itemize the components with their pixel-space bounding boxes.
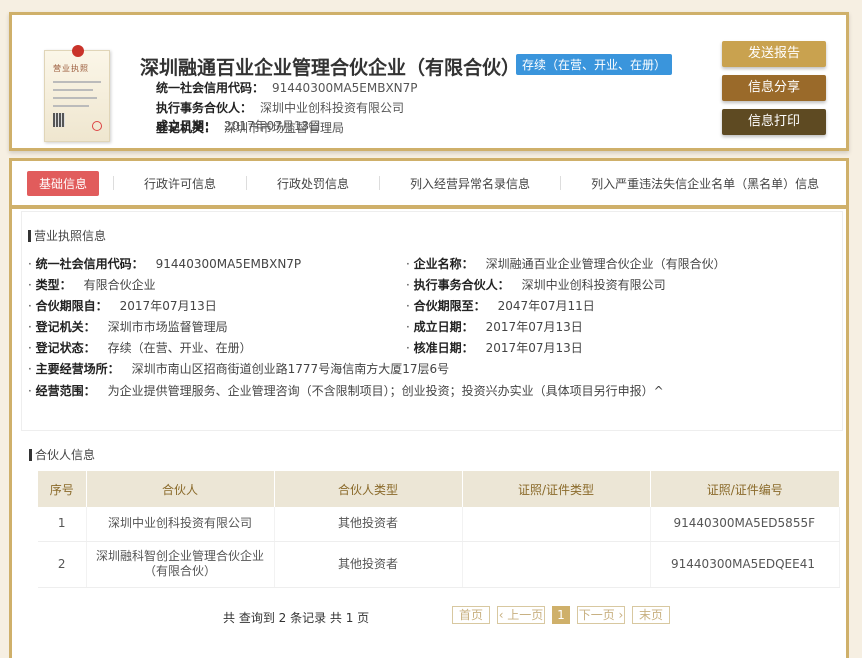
info-row: · 登记机关： 深圳市市场监督管理局	[28, 320, 228, 334]
partner-info-section: 合伙人信息 序号 合伙人 合伙人类型 证照/证件类型 证照/证件编号 1 深圳中…	[21, 437, 843, 657]
info-row: · 执行事务合伙人： 深圳中业创科投资有限公司	[406, 278, 666, 292]
field-label: 执行事务合伙人：	[413, 278, 510, 292]
first-page-button[interactable]: 首页	[452, 606, 490, 624]
column-header: 序号	[38, 471, 87, 507]
info-row: · 核准日期： 2017年07月13日	[406, 341, 583, 355]
cell-cert-number: 91440300MA5ED5855F	[650, 507, 840, 542]
field-value: 2017年07月13日	[485, 320, 583, 334]
table-header-row: 序号 合伙人 合伙人类型 证照/证件类型 证照/证件编号	[38, 471, 840, 507]
header-credit-code: 统一社会信用代码： 91440300MA5EMBXN7P	[156, 79, 418, 96]
header-executive-partner: 执行事务合伙人： 深圳中业创科投资有限公司	[156, 99, 404, 116]
cell-partner: 深圳中业创科投资有限公司	[86, 507, 275, 542]
info-row-address: · 主要经营场所： 深圳市南山区招商街道创业路1777号海信南方大厦17层6号	[28, 362, 450, 376]
tab-admin-license[interactable]: 行政许可信息	[114, 175, 246, 192]
license-line	[53, 105, 89, 107]
cell-index: 1	[38, 507, 87, 542]
field-label: 统一社会信用代码：	[35, 257, 144, 271]
qr-code-icon	[53, 113, 65, 127]
pagination-summary: 共 查询到 2 条记录 共 1 页	[223, 611, 370, 625]
field-value: 2017年07月13日	[119, 299, 217, 313]
field-value: 深圳市南山区招商街道创业路1777号海信南方大厦17层6号	[131, 362, 450, 376]
company-header-card: 营业执照 深圳融通百业企业管理合伙企业（有限合伙） 存续（在营、开业、在册） 统…	[9, 12, 849, 151]
status-badge: 存续（在营、开业、在册）	[516, 54, 673, 75]
column-header: 合伙人类型	[274, 471, 463, 507]
field-value: 91440300MA5EMBXN7P	[155, 257, 302, 271]
field-value: 为企业提供管理服务、企业管理咨询（不含限制项目）；创业投资；投资兴办实业（具体项…	[107, 384, 664, 398]
section-title: 营业执照信息	[28, 230, 106, 242]
field-label: 统一社会信用代码：	[156, 81, 265, 95]
cell-partner: 深圳融科智创企业管理合伙企业（有限合伙）	[86, 541, 275, 588]
field-label: 经营范围：	[35, 384, 96, 398]
field-label: 成立日期：	[413, 320, 474, 334]
detail-card: 基础信息 行政许可信息 行政处罚信息 列入经营异常名录信息 列入严重违法失信企业…	[9, 158, 849, 658]
info-row: · 统一社会信用代码： 91440300MA5EMBXN7P	[28, 257, 302, 271]
field-label: 成立日期：	[156, 119, 217, 133]
send-report-button[interactable]: 发送报告	[722, 41, 826, 67]
field-value: 深圳中业创科投资有限公司	[260, 101, 405, 115]
share-button[interactable]: 信息分享	[722, 75, 826, 101]
field-value: 2017年07月13日	[485, 341, 583, 355]
field-value: 91440300MA5EMBXN7P	[272, 81, 418, 95]
field-value: 深圳市市场监督管理局	[107, 320, 228, 334]
field-value: 2047年07月11日	[497, 299, 595, 313]
national-emblem-icon	[72, 45, 84, 57]
field-label: 核准日期：	[413, 341, 474, 355]
seal-icon	[92, 121, 102, 131]
field-label: 类型：	[35, 278, 72, 292]
cell-cert-number: 91440300MA5EDQEE41	[650, 541, 840, 588]
cell-index: 2	[38, 541, 87, 588]
field-label: 登记状态：	[35, 341, 96, 355]
tab-basic-info[interactable]: 基础信息	[27, 170, 100, 196]
field-label: 执行事务合伙人：	[156, 101, 253, 115]
business-license-thumbnail[interactable]: 营业执照	[44, 45, 110, 142]
field-label: 合伙期限自：	[35, 299, 108, 313]
column-header: 证照/证件类型	[462, 471, 651, 507]
cell-partner-type: 其他投资者	[274, 541, 463, 588]
tab-admin-penalty[interactable]: 行政处罚信息	[247, 175, 379, 192]
partner-table: 序号 合伙人 合伙人类型 证照/证件类型 证照/证件编号 1 深圳中业创科投资有…	[38, 471, 840, 588]
company-name: 深圳融通百业企业管理合伙企业（有限合伙）	[140, 57, 521, 79]
current-page[interactable]: 1	[552, 606, 570, 624]
column-header: 合伙人	[86, 471, 275, 507]
info-row: · 合伙期限自： 2017年07月13日	[28, 299, 217, 313]
field-value: 2017年07月13日	[224, 119, 322, 133]
field-value: 存续（在营、开业、在册）	[107, 341, 252, 355]
field-label: 合伙期限至：	[413, 299, 486, 313]
field-value: 深圳融通百业企业管理合伙企业（有限合伙）	[485, 257, 726, 271]
field-value: 有限合伙企业	[83, 278, 156, 292]
cell-partner-type: 其他投资者	[274, 507, 463, 542]
cell-cert-type	[462, 507, 651, 542]
info-row: · 成立日期： 2017年07月13日	[406, 320, 583, 334]
license-label: 营业执照	[53, 64, 89, 73]
last-page-button[interactable]: 末页	[632, 606, 670, 624]
info-row: · 合伙期限至： 2047年07月11日	[406, 299, 595, 313]
cell-cert-type	[462, 541, 651, 588]
prev-page-button[interactable]: ‹ 上一页	[497, 606, 545, 624]
print-button[interactable]: 信息打印	[722, 109, 826, 135]
license-line	[53, 97, 97, 99]
header-established-date-row: 成立日期： 2017年07月13日	[156, 117, 321, 134]
info-row-scope: · 经营范围： 为企业提供管理服务、企业管理咨询（不含限制项目）；创业投资；投资兴…	[28, 384, 664, 398]
field-label: 企业名称：	[413, 257, 474, 271]
field-label: 主要经营场所：	[35, 362, 120, 376]
license-info-section: 营业执照信息 · 统一社会信用代码： 91440300MA5EMBXN7P · 类…	[21, 211, 843, 431]
info-row: · 登记状态： 存续（在营、开业、在册）	[28, 341, 252, 355]
tab-bar: 基础信息 行政许可信息 行政处罚信息 列入经营异常名录信息 列入严重违法失信企业…	[12, 161, 846, 209]
table-row: 1 深圳中业创科投资有限公司 其他投资者 91440300MA5ED5855F	[38, 507, 840, 542]
field-label: 登记机关：	[35, 320, 96, 334]
section-title: 合伙人信息	[29, 449, 95, 461]
table-row: 2 深圳融科智创企业管理合伙企业（有限合伙） 其他投资者 91440300MA5…	[38, 541, 840, 588]
license-line	[53, 81, 101, 83]
info-row: · 企业名称： 深圳融通百业企业管理合伙企业（有限合伙）	[406, 257, 726, 271]
next-page-button[interactable]: 下一页 ›	[577, 606, 625, 624]
license-line	[53, 89, 93, 91]
tab-blacklist[interactable]: 列入严重违法失信企业名单（黑名单）信息	[561, 175, 819, 192]
info-row: · 类型： 有限合伙企业	[28, 278, 156, 292]
field-value: 深圳中业创科投资有限公司	[521, 278, 666, 292]
tab-abnormal-list[interactable]: 列入经营异常名录信息	[380, 175, 560, 192]
column-header: 证照/证件编号	[650, 471, 840, 507]
